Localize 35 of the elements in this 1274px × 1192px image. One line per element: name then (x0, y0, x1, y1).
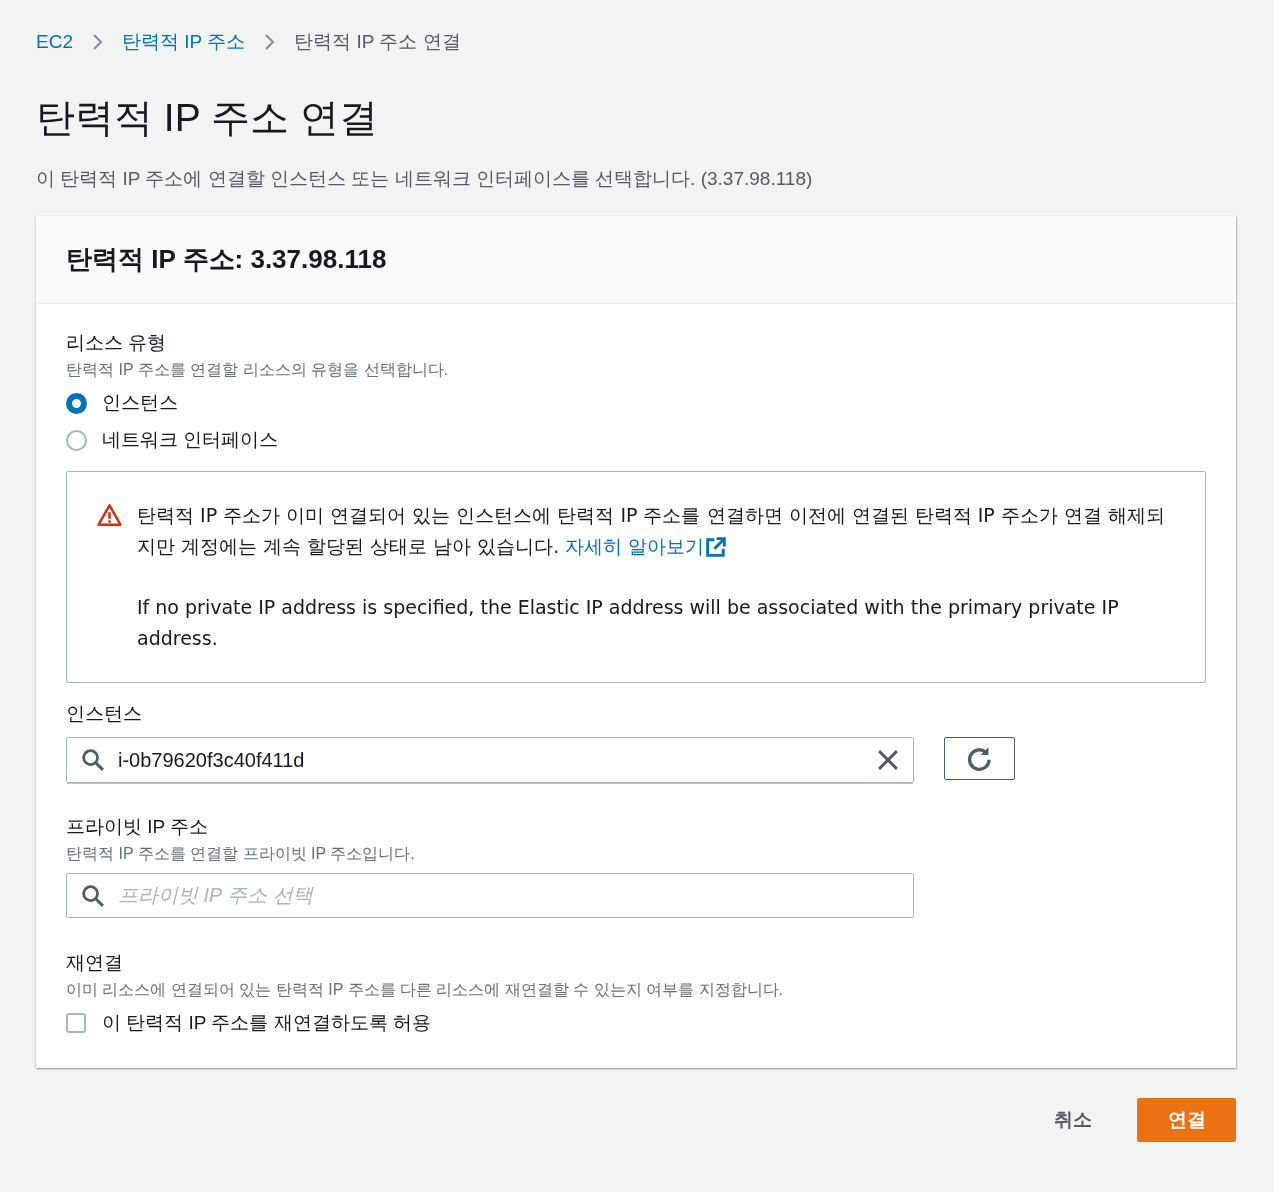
field-label: 인스턴스 (66, 702, 142, 726)
field-description: 탄력적 IP 주소를 연결할 리소스의 유형을 선택합니다. (66, 360, 448, 380)
field-label: 프라이빗 IP 주소 (66, 815, 209, 839)
field-label: 리소스 유형 (66, 331, 167, 355)
warning-icon (97, 503, 122, 527)
checkbox-label: 이 탄력적 IP 주소를 재연결하도록 허용 (102, 1010, 431, 1035)
search-icon (82, 749, 104, 771)
instance-search-field[interactable]: i-0b79620f3c40f411d (66, 737, 914, 783)
page-title: 탄력적 IP 주소 연결 (36, 95, 378, 141)
field-description: 탄력적 IP 주소를 연결할 프라이빗 IP 주소입니다. (66, 844, 415, 864)
refresh-button[interactable] (944, 737, 1015, 780)
search-icon (82, 885, 104, 907)
radio-label: 네트워크 인터페이스 (102, 427, 279, 452)
alert-message: If no private IP address is specified, the Elastic IP address will be associated with the primary private IP address. (137, 595, 1120, 651)
associate-button[interactable]: 연결 (1137, 1098, 1236, 1142)
checkbox[interactable] (66, 1013, 86, 1033)
learn-more-link[interactable]: 자세히 알아보기 (565, 531, 727, 562)
field-label: 재연결 (66, 951, 123, 975)
radio-button[interactable] (66, 392, 87, 414)
chevron-icon (91, 33, 103, 51)
private-ip-search-field[interactable]: 프라이빗 IP 주소 선택 (66, 873, 914, 918)
chevron-icon (264, 33, 276, 51)
field-description: 이미 리소스에 연결되어 있는 탄력적 IP 주소를 다른 리소스에 재연결할 수 있는지 여부를 지정합니다. (66, 980, 784, 1000)
radio-label: 인스턴스 (102, 390, 178, 415)
breadcrumb-current: 탄력적 IP 주소 연결 (294, 29, 461, 54)
clear-icon[interactable] (878, 750, 898, 770)
radio-button[interactable] (66, 429, 87, 451)
cancel-button[interactable]: 취소 (1034, 1098, 1112, 1142)
external-link-icon (706, 536, 727, 557)
breadcrumb-link[interactable]: 탄력적 IP 주소 (121, 27, 246, 57)
panel-title: 탄력적 IP 주소: 3.37.98.118 (66, 243, 387, 276)
breadcrumb-link[interactable]: EC2 (36, 27, 73, 57)
refresh-icon (966, 745, 993, 772)
page-description: 이 탄력적 IP 주소에 연결할 인스턴스 또는 네트워크 인터페이스를 선택합니다. (3.37.98.118) (36, 167, 813, 191)
alert-message: 탄력적 IP 주소가 이미 연결되어 있는 인스턴스에 탄력적 IP 주소를 연결하면 이전에 연결된 탄력적 IP 주소가 연결 해제되지만 계정에는 계속 할당된 상태로 남아 있습니다. 자세히 알아보기 (137, 500, 1165, 562)
